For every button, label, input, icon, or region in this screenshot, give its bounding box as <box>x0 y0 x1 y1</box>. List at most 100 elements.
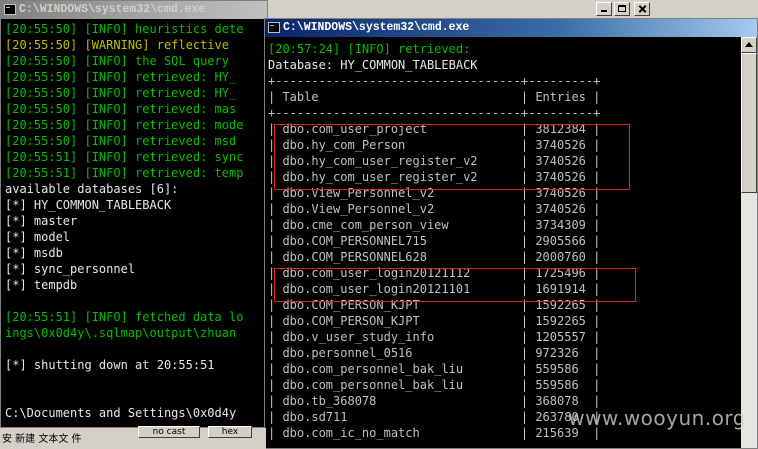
table-name-cell: dbo.com_ic_no_match <box>282 426 514 440</box>
entries-cell: 559586 <box>535 362 586 376</box>
entries-cell: 3734309 <box>535 218 586 232</box>
console-line: [*] shutting down at 20:55:51 <box>5 358 215 372</box>
right-window-title: C:\WINDOWS\system32\cmd.exe <box>283 21 470 34</box>
scroll-up-arrow-icon[interactable] <box>741 37 757 53</box>
console-line: available databases [6]: <box>5 182 179 196</box>
table-name-cell: dbo.View_Personnel_v2 <box>282 202 514 216</box>
entries-cell: 2000760 <box>535 250 586 264</box>
table-name-cell: dbo.hy_com_user_register_v2 <box>282 170 514 184</box>
entries-cell: 3740526 <box>535 186 586 200</box>
console-line: [20:55:51] [INFO] fetched data lo <box>5 310 244 324</box>
table-row: | dbo.com_personnel_bak_liu | 559586 | <box>268 362 601 376</box>
console-line: [20:55:50] [INFO] the SQL query <box>5 54 237 68</box>
entries-cell: 972326 <box>535 346 586 360</box>
entries-cell: 1592265 <box>535 298 586 312</box>
table-name-cell: dbo.com_personnel_bak_liu <box>282 378 514 392</box>
table-header-row: | Table | Entries | <box>268 90 601 104</box>
taskbar-label[interactable]: 安 新建 文本文 件 <box>2 430 82 445</box>
left-console-window[interactable]: C:\WINDOWS\system32\cmd.exe [20:55:50] [… <box>0 0 268 428</box>
table-row: | dbo.View_Personnel_v2 | 3740526 | <box>268 186 601 200</box>
left-console-output: [20:55:50] [INFO] heuristics dete [20:55:… <box>5 21 265 427</box>
entries-cell: 1691914 <box>535 282 586 296</box>
table-row: | dbo.com_user_login20121112 | 1725496 | <box>268 266 601 280</box>
right-console-output: [20:57:24] [INFO] retrieved: Database: H… <box>268 41 741 448</box>
console-line: [20:55:50] [INFO] retrieved: HY_ <box>5 70 237 84</box>
table-row: | dbo.hy_com_user_register_v2 | 3740526 … <box>268 154 601 168</box>
table-name-cell: dbo.com_user_project <box>282 122 514 136</box>
console-line: [*] msdb <box>5 246 63 260</box>
console-line: ings\0x0d4y\.sqlmap\output\zhuan <box>5 326 237 340</box>
table-header-table: Table <box>282 90 319 104</box>
console-line: [*] master <box>5 214 78 228</box>
table-row: | dbo.COM_PERSON_KJPT | 1592265 | <box>268 314 601 328</box>
table-row: | dbo.com_user_login20121101 | 1691914 | <box>268 282 601 296</box>
console-line: [*] model <box>5 230 71 244</box>
table-name-cell: dbo.com_user_login20121112 <box>282 266 514 280</box>
table-name-cell: dbo.COM_PERSON_KJPT <box>282 314 514 328</box>
console-line: [20:55:51] [INFO] retrieved: sync <box>5 150 244 164</box>
table-row: | dbo.personnel_0516 | 972326 | <box>268 346 601 360</box>
cmd-icon <box>268 22 280 33</box>
close-button[interactable] <box>634 2 650 16</box>
table-name-cell: dbo.sd711 <box>282 410 514 424</box>
vertical-scrollbar[interactable] <box>741 37 757 448</box>
console-line: [20:55:50] [INFO] retrieved: msd <box>5 134 237 148</box>
table-rows: | dbo.com_user_project | 3812384 | | dbo.… <box>268 121 741 441</box>
console-line: [*] tempdb <box>5 278 78 292</box>
table-name-cell: dbo.cme_com_person_view <box>282 218 514 232</box>
entries-cell: 3740526 <box>535 170 586 184</box>
console-line: [20:55:51] [INFO] retrieved: temp <box>5 166 244 180</box>
table-row: | dbo.View_Personnel_v2 | 3740526 | <box>268 202 601 216</box>
table-name-cell: dbo.com_personnel_bak_liu <box>282 362 514 376</box>
status-button-left[interactable]: no cast <box>138 426 200 438</box>
entries-cell: 3740526 <box>535 138 586 152</box>
table-row: | dbo.COM_PERSON_KJPT | 1592265 | <box>268 298 601 312</box>
table-row: | dbo.com_personnel_bak_liu | 559586 | <box>268 378 601 392</box>
left-window-title: C:\WINDOWS\system32\cmd.exe <box>19 3 206 16</box>
console-line: [20:55:50] [INFO] heuristics dete <box>5 22 244 36</box>
table-row: | dbo.COM_PERSONNEL628 | 2000760 | <box>268 250 601 264</box>
entries-cell: 1592265 <box>535 314 586 328</box>
table-border-top: +----------------------------------+----… <box>268 74 601 88</box>
status-button-right[interactable]: hex <box>208 426 252 438</box>
cmd-icon <box>4 4 16 15</box>
left-window-titlebar[interactable]: C:\WINDOWS\system32\cmd.exe <box>1 1 267 19</box>
entries-cell: 1205557 <box>535 330 586 344</box>
console-line: [20:55:50] [INFO] retrieved: mas <box>5 102 237 116</box>
entries-cell: 1725496 <box>535 266 586 280</box>
console-line: [20:55:50] [INFO] retrieved: mode <box>5 118 244 132</box>
table-name-cell: dbo.hy_com_user_register_v2 <box>282 154 514 168</box>
table-name-cell: dbo.COM_PERSON_KJPT <box>282 298 514 312</box>
left-window-controls <box>596 2 650 16</box>
console-line: [20:55:50] [WARNING] reflective <box>5 38 237 52</box>
table-row: | dbo.cme_com_person_view | 3734309 | <box>268 218 601 232</box>
console-line: C:\Documents and Settings\0x0d4y <box>5 406 237 420</box>
table-header-entries: Entries <box>535 90 586 104</box>
console-line: [*] sync_personnel <box>5 262 136 276</box>
table-name-cell: dbo.personnel_0516 <box>282 346 514 360</box>
database-name-line: Database: HY_COMMON_TABLEBACK <box>268 58 478 72</box>
table-name-cell: dbo.tb_368078 <box>282 394 514 408</box>
table-row: | dbo.v_user_study_info | 1205557 | <box>268 330 601 344</box>
table-name-cell: dbo.com_user_login20121101 <box>282 282 514 296</box>
table-name-cell: dbo.COM_PERSONNEL715 <box>282 234 514 248</box>
maximize-button[interactable] <box>614 2 630 16</box>
table-row: | dbo.com_user_project | 3812384 | <box>268 122 601 136</box>
minimize-button[interactable] <box>596 2 612 16</box>
table-name-cell: dbo.View_Personnel_v2 <box>282 186 514 200</box>
table-name-cell: dbo.COM_PERSONNEL628 <box>282 250 514 264</box>
table-name-cell: dbo.v_user_study_info <box>282 330 514 344</box>
watermark: www.wooyun.org <box>568 406 746 430</box>
right-console-window[interactable]: C:\WINDOWS\system32\cmd.exe [20:57:24] [… <box>264 18 758 449</box>
console-line: [*] HY_COMMON_TABLEBACK <box>5 198 172 212</box>
entries-cell: 559586 <box>535 378 586 392</box>
table-row: | dbo.hy_com_Person | 3740526 | <box>268 138 601 152</box>
right-window-titlebar[interactable]: C:\WINDOWS\system32\cmd.exe <box>265 19 757 37</box>
entries-cell: 2905566 <box>535 234 586 248</box>
entries-cell: 3740526 <box>535 202 586 216</box>
scrollbar-thumb[interactable] <box>741 53 757 193</box>
table-name-cell: dbo.hy_com_Person <box>282 138 514 152</box>
retrieved-log-line: [20:57:24] [INFO] retrieved: <box>268 42 471 56</box>
